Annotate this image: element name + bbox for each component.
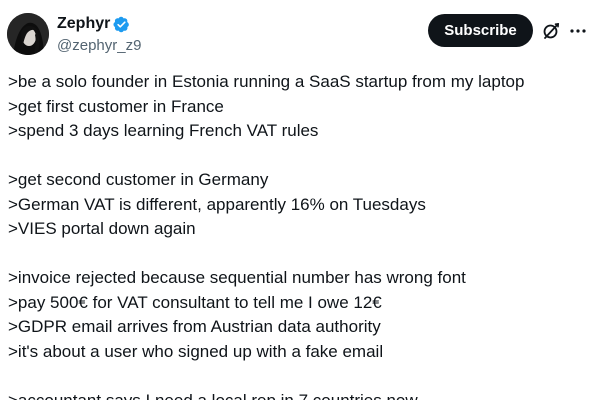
display-name[interactable]: Zephyr bbox=[57, 15, 110, 33]
post-line: >be a solo founder in Estonia running a … bbox=[8, 72, 525, 91]
grok-icon[interactable] bbox=[541, 21, 561, 41]
post-line: >invoice rejected because sequential num… bbox=[8, 268, 466, 287]
subscribe-button[interactable]: Subscribe bbox=[428, 14, 533, 47]
post-line: >pay 500€ for VAT consultant to tell me … bbox=[8, 292, 382, 312]
author-handle[interactable]: @zephyr_z9 bbox=[57, 37, 141, 54]
post-line: >VIES portal down again bbox=[8, 219, 196, 238]
more-options-icon[interactable] bbox=[568, 21, 588, 41]
post-line: >GDPR email arrives from Austrian data a… bbox=[8, 317, 381, 336]
post-line: >it's about a user who signed up with a … bbox=[8, 341, 384, 361]
verified-badge-icon[interactable] bbox=[113, 16, 130, 33]
author-info: Zephyr @zephyr_z9 bbox=[57, 14, 141, 54]
post-line: >get first customer in France bbox=[8, 96, 224, 116]
post-line: >get second customer in Germany bbox=[8, 170, 269, 189]
post-header: Zephyr @zephyr_z9 Subscribe bbox=[0, 0, 600, 70]
post-line: >spend 3 days learning French VAT rules bbox=[8, 121, 319, 140]
post-line: >German VAT is different, apparently 16%… bbox=[8, 194, 426, 214]
avatar[interactable] bbox=[7, 13, 49, 55]
post-line-blank bbox=[8, 242, 593, 267]
post-view: Zephyr @zephyr_z9 Subscribe >be a solo f… bbox=[0, 0, 600, 400]
post-line: >accountant says I need a local rep in 7… bbox=[8, 390, 418, 400]
avatar-image bbox=[7, 13, 49, 55]
post-line-blank bbox=[8, 364, 593, 389]
display-name-row: Zephyr bbox=[57, 14, 141, 34]
post-text: >be a solo founder in Estonia running a … bbox=[8, 70, 593, 400]
post-line-blank bbox=[8, 144, 593, 169]
